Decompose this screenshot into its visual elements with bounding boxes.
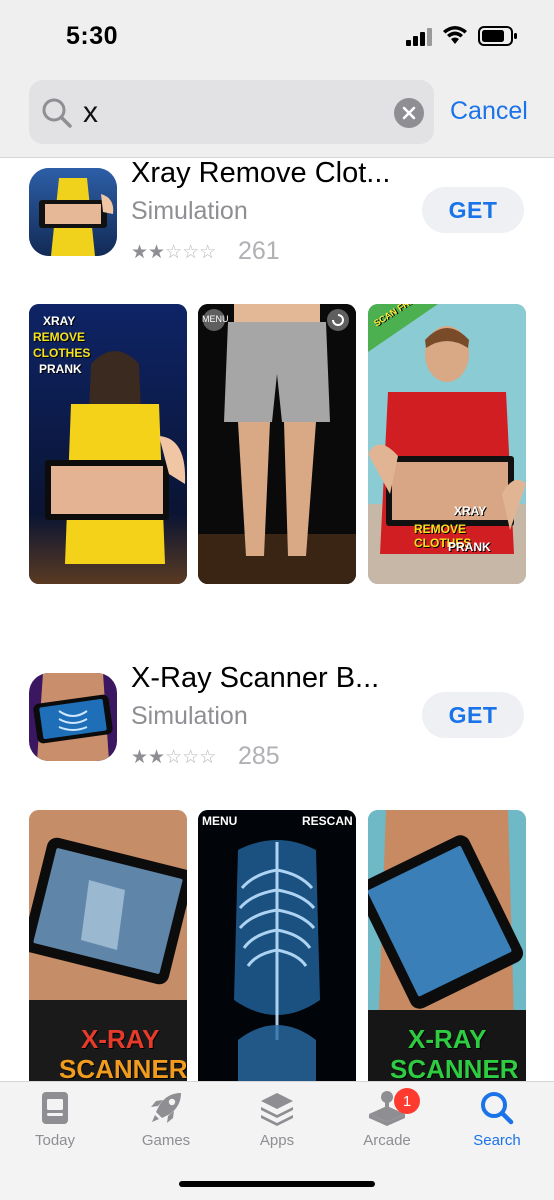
app-title: X-Ray Scanner B... [131, 662, 380, 694]
screenshot-label: PRANK [39, 362, 82, 376]
app-icon-xray-remove-clothes[interactable] [29, 168, 117, 256]
result-item[interactable]: X-Ray Scanner B... Simulation ★★☆☆☆ 285 … [0, 662, 554, 784]
tab-label: Apps [259, 1132, 295, 1149]
tab-label: Today [34, 1132, 76, 1149]
rating-count: 285 [238, 742, 280, 770]
apps-stack-icon [261, 1093, 293, 1126]
get-button[interactable]: GET [422, 187, 524, 233]
app-screenshot[interactable]: MENU RESCAN [198, 810, 356, 1081]
screenshot-label: CLOTHES [33, 346, 91, 360]
screenshot-label: MENU [202, 314, 229, 324]
screenshot-label: RESCAN [302, 814, 353, 828]
search-header: x Cancel [0, 72, 554, 158]
app-icon-xray-scanner[interactable] [29, 673, 117, 761]
tab-games[interactable]: Games [121, 1090, 211, 1160]
search-results[interactable]: Xray Remove Clot... Simulation ★★☆☆☆ 261… [0, 159, 554, 1081]
tab-label: Arcade [363, 1132, 411, 1149]
magnifier-icon [42, 98, 72, 128]
tab-label: Games [141, 1132, 191, 1149]
arcade-badge: 1 [394, 1088, 420, 1114]
today-icon [42, 1092, 68, 1124]
app-category: Simulation [131, 702, 248, 730]
screenshot-label: SCANNER [59, 1054, 187, 1081]
star-rating: ★★☆☆☆ [131, 242, 217, 263]
app-screenshot[interactable]: MENU [198, 304, 356, 584]
rocket-icon [151, 1093, 181, 1123]
search-icon [481, 1092, 514, 1125]
search-query: x [83, 96, 98, 129]
rating-count: 261 [238, 237, 280, 265]
get-button[interactable]: GET [422, 692, 524, 738]
screenshot-label: PRANK [448, 540, 491, 554]
screenshot-label: XRAY [43, 314, 76, 328]
screenshot-label: MENU [202, 814, 238, 828]
tab-arcade[interactable]: 1 Arcade [342, 1088, 432, 1160]
cancel-button[interactable]: Cancel [450, 97, 528, 126]
search-input[interactable]: x [29, 80, 434, 144]
screenshot-label: REMOVE [33, 330, 86, 344]
home-indicator[interactable] [179, 1181, 375, 1187]
screenshot-label: XRAY [454, 504, 487, 518]
tab-label: Search [473, 1132, 521, 1149]
app-category: Simulation [131, 197, 248, 225]
screenshot-label: X-RAY [81, 1024, 160, 1054]
result-item[interactable]: Xray Remove Clot... Simulation ★★☆☆☆ 261… [0, 159, 554, 279]
close-icon [402, 106, 416, 120]
app-title: Xray Remove Clot... [131, 159, 391, 189]
app-screenshot[interactable]: SCAN FRIEND! XRAY REMOVE CLOTHES PRANK [368, 304, 526, 584]
app-screenshot[interactable]: X-RAY SCANNER [368, 810, 526, 1081]
app-screenshot[interactable]: X-RAY SCANNER [29, 810, 187, 1081]
cellular-signal-icon [406, 28, 432, 46]
app-screenshot[interactable]: XRAY REMOVE CLOTHES PRANK [29, 304, 187, 584]
screenshot-label: SCANNER [390, 1054, 519, 1081]
star-rating: ★★☆☆☆ [131, 747, 217, 768]
battery-icon [478, 26, 517, 46]
tab-search[interactable]: Search [452, 1090, 542, 1160]
status-time: 5:30 [66, 22, 119, 50]
clear-search-button[interactable] [394, 98, 424, 128]
tab-today[interactable]: Today [10, 1090, 100, 1160]
status-bar: 5:30 [0, 0, 554, 72]
tab-apps[interactable]: Apps [232, 1090, 322, 1160]
wifi-icon [443, 26, 467, 44]
screenshot-label: X-RAY [408, 1024, 487, 1054]
